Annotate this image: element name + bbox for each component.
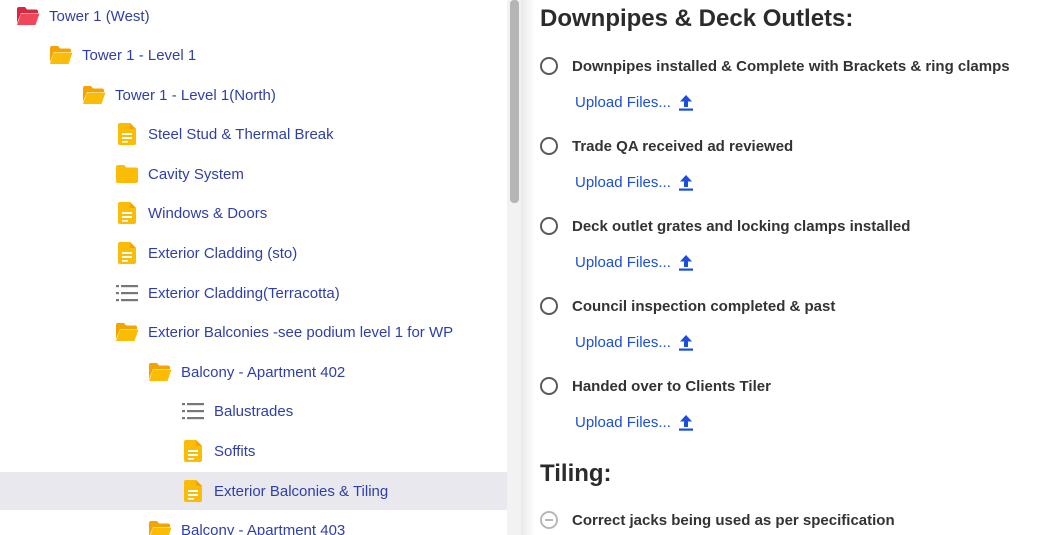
folder-open-icon — [148, 518, 172, 535]
tree-item-label: Exterior Cladding(Terracotta) — [148, 284, 340, 302]
checklist-item-label: Deck outlet grates and locking clamps in… — [572, 217, 911, 235]
folder-open-icon — [49, 43, 73, 67]
checklist-item: Deck outlet grates and locking clamps in… — [540, 217, 910, 235]
upload-files-label[interactable]: Upload Files... — [575, 254, 671, 271]
document-icon — [181, 439, 205, 463]
tree-item[interactable]: Steel Stud & Thermal Break — [0, 115, 507, 153]
tree-item[interactable]: Windows & Doors — [0, 194, 507, 232]
tree-item[interactable]: Cavity System — [0, 155, 507, 193]
tree-item-label: Windows & Doors — [148, 204, 268, 222]
tree-item[interactable]: Balcony - Apartment 402 — [0, 353, 507, 391]
checklist-item: Downpipes installed & Complete with Brac… — [540, 57, 1010, 75]
tree-item[interactable]: Soffits — [0, 432, 507, 470]
tree-item[interactable]: Tower 1 - Level 1(North) — [0, 76, 507, 114]
tree-scrollbar-thumb[interactable] — [510, 0, 519, 203]
checklist-item-label: Trade QA received ad reviewed — [572, 137, 794, 155]
tree-item[interactable]: Exterior Cladding(Terracotta) — [0, 274, 507, 312]
checklist-item-label: Handed over to Clients Tiler — [572, 377, 771, 395]
tree-item-label: Balcony - Apartment 403 — [181, 521, 346, 535]
tree-item[interactable]: Balustrades — [0, 392, 507, 430]
upload-files-link[interactable]: Upload Files... — [575, 414, 693, 431]
tree-item-label: Exterior Balconies -see podium level 1 f… — [148, 323, 454, 341]
upload-icon[interactable] — [678, 254, 693, 271]
panel-divider — [521, 0, 535, 535]
list-icon — [115, 281, 139, 305]
tree-item[interactable]: Tower 1 (West) — [0, 0, 507, 35]
status-radio[interactable] — [540, 377, 558, 395]
folder-icon — [115, 162, 139, 186]
tree-item-label: Steel Stud & Thermal Break — [148, 125, 334, 143]
upload-icon[interactable] — [678, 94, 693, 111]
checklist-item-label: Correct jacks being used as per specific… — [572, 511, 895, 529]
upload-files-label[interactable]: Upload Files... — [575, 334, 671, 351]
folder-open-icon — [16, 4, 40, 28]
tree-item-label: Tower 1 - Level 1(North) — [115, 86, 276, 104]
folder-open-icon — [82, 83, 106, 107]
tree-item-label: Soffits — [214, 442, 256, 460]
tree-item[interactable]: Tower 1 - Level 1 — [0, 36, 507, 74]
list-icon — [181, 399, 205, 423]
document-icon — [115, 241, 139, 265]
upload-files-label[interactable]: Upload Files... — [575, 174, 671, 191]
upload-files-label[interactable]: Upload Files... — [575, 414, 671, 431]
folder-open-icon — [148, 360, 172, 384]
document-icon — [115, 201, 139, 225]
tree-item-label: Exterior Balconies & Tiling — [214, 482, 389, 500]
upload-icon[interactable] — [678, 414, 693, 431]
upload-files-link[interactable]: Upload Files... — [575, 254, 693, 271]
tree-item-label: Balustrades — [214, 402, 294, 420]
document-icon — [115, 122, 139, 146]
checklist-item: Trade QA received ad reviewed — [540, 137, 793, 155]
section-title: Tiling: — [540, 460, 612, 487]
upload-icon[interactable] — [678, 334, 693, 351]
checklist-panel: Downpipes & Deck Outlets: Downpipes insta… — [540, 0, 1040, 535]
checklist-item: Correct jacks being used as per specific… — [540, 511, 895, 529]
upload-files-link[interactable]: Upload Files... — [575, 174, 693, 191]
folder-open-icon — [115, 320, 139, 344]
document-icon — [181, 479, 205, 503]
upload-icon[interactable] — [678, 174, 693, 191]
upload-files-label[interactable]: Upload Files... — [575, 94, 671, 111]
checklist-item-label: Downpipes installed & Complete with Brac… — [572, 57, 1010, 75]
folder-tree: Tower 1 (West) Tower 1 - Level 1 Tower 1 -… — [0, 0, 507, 535]
checklist-item-label: Council inspection completed & past — [572, 297, 836, 315]
tree-item[interactable]: Exterior Balconies -see podium level 1 f… — [0, 313, 507, 351]
status-radio[interactable] — [540, 137, 558, 155]
status-radio[interactable] — [540, 217, 558, 235]
upload-files-link[interactable]: Upload Files... — [575, 334, 693, 351]
checklist-item: Council inspection completed & past — [540, 297, 835, 315]
tree-item[interactable]: Balcony - Apartment 403 — [0, 511, 507, 535]
tree-item-label: Exterior Cladding (sto) — [148, 244, 298, 262]
tree-item[interactable]: Exterior Balconies & Tiling — [0, 472, 507, 510]
tree-item-label: Tower 1 (West) — [49, 7, 150, 25]
tree-item-label: Cavity System — [148, 165, 244, 183]
checklist-item: Handed over to Clients Tiler — [540, 377, 771, 395]
section-title: Downpipes & Deck Outlets: — [540, 5, 854, 32]
tree-item-label: Balcony - Apartment 402 — [181, 363, 346, 381]
status-radio[interactable] — [540, 297, 558, 315]
status-radio[interactable] — [540, 57, 558, 75]
status-radio[interactable] — [540, 511, 558, 529]
tree-item[interactable]: Exterior Cladding (sto) — [0, 234, 507, 272]
tree-item-label: Tower 1 - Level 1 — [82, 46, 197, 64]
upload-files-link[interactable]: Upload Files... — [575, 94, 693, 111]
